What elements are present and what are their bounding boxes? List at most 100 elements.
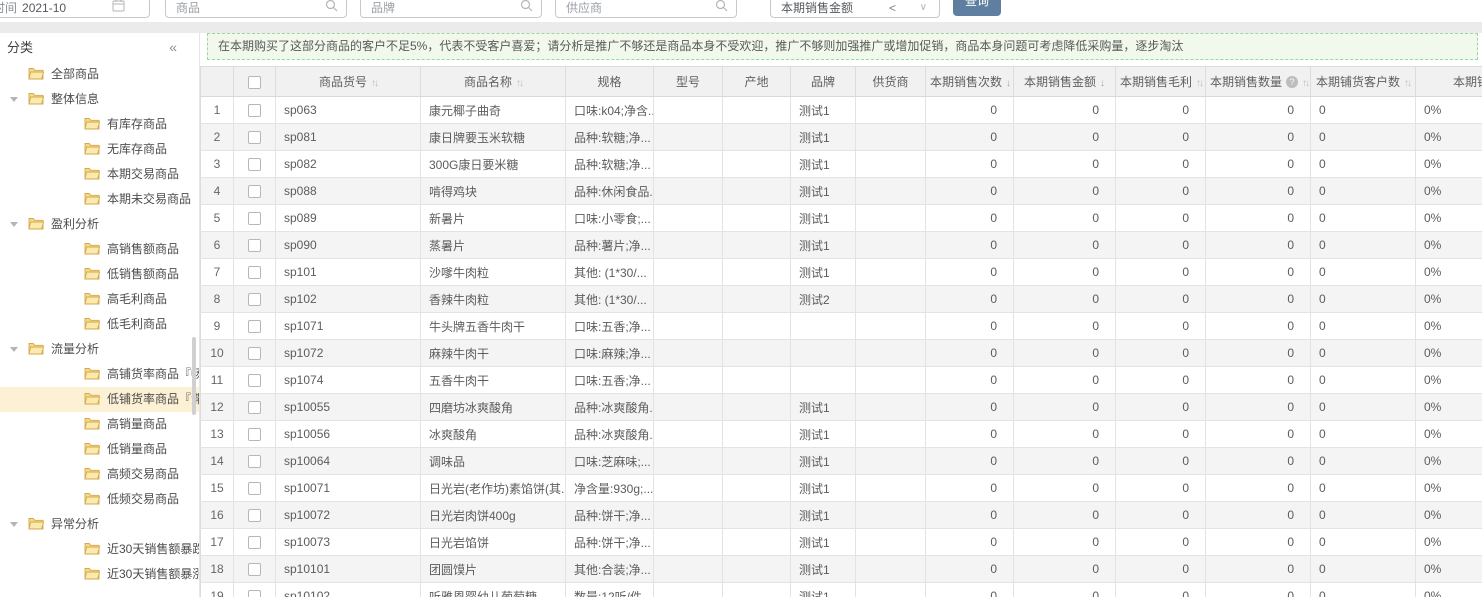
sidebar-item-19[interactable]: 近30天销售额暴跌商品 [0, 537, 199, 562]
cell-origin [723, 556, 791, 583]
sidebar-item-12[interactable]: 高铺货率商品『畅销』 [0, 362, 199, 387]
help-icon[interactable]: ? [1286, 76, 1298, 88]
column-header-gross_profit[interactable]: 本期销售毛利 ↑↓ [1116, 67, 1206, 97]
cell-model [654, 286, 723, 313]
product-search-input[interactable] [166, 0, 306, 17]
collapse-sidebar-icon[interactable]: « [169, 33, 177, 62]
sidebar-item-4[interactable]: 本期交易商品 [0, 162, 199, 187]
sidebar-item-13[interactable]: 低铺货率商品『滞销』 [0, 387, 199, 412]
time-filter[interactable]: 时间2021-10 [0, 0, 150, 18]
cell-rate: 0% [1416, 259, 1482, 286]
cell-name: 新暑片 [421, 205, 566, 232]
row-checkbox[interactable] [248, 428, 261, 441]
chevron-down-icon[interactable]: ∨ [920, 0, 927, 27]
supplier-search-input[interactable] [556, 0, 696, 17]
row-checkbox[interactable] [248, 104, 261, 117]
cell-code: sp1071 [276, 313, 421, 340]
cell-model [654, 421, 723, 448]
sidebar-item-3[interactable]: 无库存商品 [0, 137, 199, 162]
metric-operator[interactable]: < [889, 0, 896, 27]
select-all-checkbox[interactable] [248, 76, 261, 89]
table-header-row: 商品货号↑↓商品名称↑↓规格型号产地品牌供货商本期销售次数↓本期销售金额↓本期销… [201, 67, 1482, 97]
row-checkbox[interactable] [248, 293, 261, 306]
sidebar-item-17[interactable]: 低频交易商品 [0, 487, 199, 512]
row-checkbox[interactable] [248, 455, 261, 468]
cell-model [654, 502, 723, 529]
cell-supplier [856, 286, 926, 313]
row-checkbox[interactable] [248, 131, 261, 144]
cell-gross_profit: 0 [1116, 367, 1206, 394]
cell-gross_profit: 0 [1116, 151, 1206, 178]
cell-origin [723, 97, 791, 124]
expand-arrow-icon[interactable] [10, 347, 18, 352]
sort-icons[interactable]: ↑↓ [516, 78, 522, 89]
row-checkbox[interactable] [248, 185, 261, 198]
sort-icons[interactable]: ↑↓ [1302, 78, 1308, 89]
cell-sales_count: 0 [926, 367, 1014, 394]
sidebar-item-11[interactable]: 流量分析 [0, 337, 199, 362]
row-checkbox[interactable] [248, 158, 261, 171]
sidebar-item-8[interactable]: 低销售额商品 [0, 262, 199, 287]
row-checkbox[interactable] [248, 239, 261, 252]
column-header-customer_count[interactable]: 本期铺货客户数↑↓ [1311, 67, 1416, 97]
column-header-sales_amount[interactable]: 本期销售金额↓ [1014, 67, 1116, 97]
sidebar-item-5[interactable]: 本期未交易商品 [0, 187, 199, 212]
row-checkbox[interactable] [248, 374, 261, 387]
column-header-code[interactable]: 商品货号↑↓ [276, 67, 421, 97]
expand-arrow-icon[interactable] [10, 222, 18, 227]
table-row: 1sp063康元椰子曲奇口味:k04;净含...测试1000000% [201, 97, 1482, 124]
cell-origin [723, 475, 791, 502]
cell-sales_count: 0 [926, 124, 1014, 151]
row-checkbox[interactable] [248, 212, 261, 225]
brand-search-input[interactable] [361, 0, 501, 17]
metric-filter-select[interactable]: 本期销售金额 < ∨ [770, 0, 940, 18]
sidebar-item-6[interactable]: 盈利分析 [0, 212, 199, 237]
cell-customer_count: 0 [1311, 205, 1416, 232]
cell-spec: 品种:冰爽酸角... [566, 394, 654, 421]
cell-brand: 测试1 [791, 232, 856, 259]
row-checkbox[interactable] [248, 590, 261, 597]
sort-icons[interactable]: ↑↓ [371, 78, 377, 89]
sidebar-item-7[interactable]: 高销售额商品 [0, 237, 199, 262]
expand-arrow-icon[interactable] [10, 522, 18, 527]
sidebar-item-10[interactable]: 低毛利商品 [0, 312, 199, 337]
sidebar-item-18[interactable]: 异常分析 [0, 512, 199, 537]
sidebar-item-9[interactable]: 高毛利商品 [0, 287, 199, 312]
cell-brand: 测试1 [791, 448, 856, 475]
row-checkbox[interactable] [248, 320, 261, 333]
table-row: 3sp082300G康日要米糖品种:软糖;净...测试1000000% [201, 151, 1482, 178]
sort-desc-icon[interactable]: ↓ [1006, 78, 1011, 89]
sidebar-item-20[interactable]: 近30天销售额暴涨商品 [0, 562, 199, 587]
column-header-brand: 品牌 [791, 67, 856, 97]
column-label: 本期销售毛利 [1120, 75, 1192, 89]
row-checkbox[interactable] [248, 347, 261, 360]
sort-icons[interactable]: ↑↓ [1404, 78, 1410, 89]
sidebar-item-16[interactable]: 高频交易商品 [0, 462, 199, 487]
row-checkbox[interactable] [248, 536, 261, 549]
cell-gross_profit: 0 [1116, 529, 1206, 556]
sidebar-item-15[interactable]: 低销量商品 [0, 437, 199, 462]
cell-origin [723, 205, 791, 232]
row-checkbox[interactable] [248, 563, 261, 576]
row-checkbox[interactable] [248, 401, 261, 414]
row-checkbox[interactable] [248, 482, 261, 495]
sidebar-item-1[interactable]: 整体信息 [0, 87, 199, 112]
row-index: 3 [201, 151, 234, 178]
column-header-sales_qty[interactable]: 本期销售数量?↑↓ [1206, 67, 1311, 97]
sidebar-item-2[interactable]: 有库存商品 [0, 112, 199, 137]
sidebar-scrollbar-thumb[interactable] [192, 337, 196, 415]
sidebar-item-label: 异常分析 [51, 517, 99, 531]
column-header-rate[interactable]: 本期铺货率↑↓ [1416, 67, 1482, 97]
row-checkbox[interactable] [248, 266, 261, 279]
row-checkbox[interactable] [248, 509, 261, 522]
sort-desc-icon[interactable]: ↓ [1100, 78, 1105, 89]
sidebar-item-14[interactable]: 高销量商品 [0, 412, 199, 437]
cell-sales_qty: 0 [1206, 97, 1311, 124]
query-button[interactable]: 查询 [953, 0, 1001, 16]
sidebar-item-0[interactable]: 全部商品 [0, 62, 199, 87]
column-header-sales_count[interactable]: 本期销售次数↓ [926, 67, 1014, 97]
expand-arrow-icon[interactable] [10, 97, 18, 102]
table-row: 6sp090蒸暑片品种:薯片;净...测试1000000% [201, 232, 1482, 259]
sort-icons[interactable]: ↑↓ [1196, 78, 1202, 89]
column-header-name[interactable]: 商品名称↑↓ [421, 67, 566, 97]
